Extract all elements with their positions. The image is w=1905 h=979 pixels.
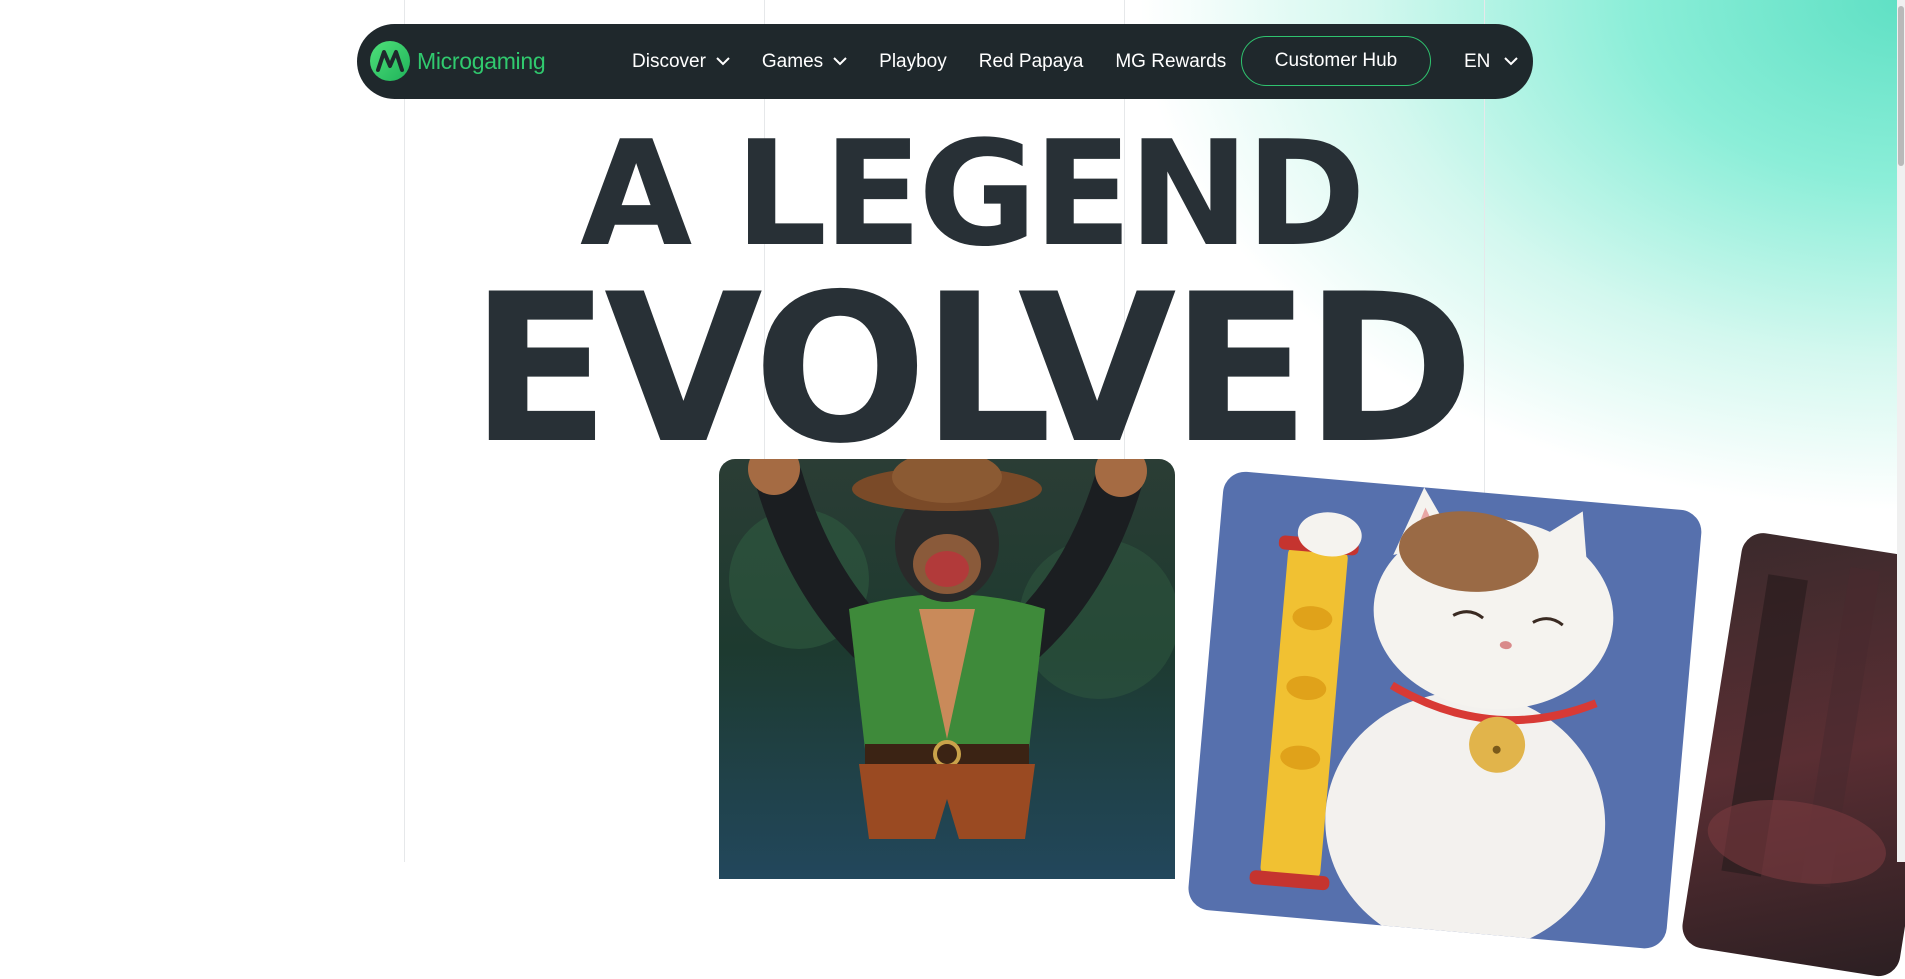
nav-item-mg-rewards[interactable]: MG Rewards: [1115, 51, 1226, 73]
nav-item-label: Games: [761, 50, 824, 72]
customer-hub-button[interactable]: Customer Hub: [1241, 36, 1431, 86]
microgaming-logo-icon: [370, 41, 410, 81]
nav-item-games[interactable]: Games: [762, 51, 847, 73]
game-card-lucky-cat[interactable]: [1186, 470, 1704, 951]
brand-name: Microgaming: [417, 47, 546, 74]
nav-item-label: MG Rewards: [1115, 50, 1227, 72]
chevron-down-icon: [716, 57, 730, 66]
lucky-cat-illustration: [1249, 487, 1614, 951]
grid-line: [404, 0, 405, 862]
ape-character-illustration: [729, 459, 1175, 839]
nav-menu: Discover Games Playboy Red Papaya MG Rew…: [632, 24, 1258, 99]
chevron-down-icon: [833, 57, 847, 66]
nav-item-label: Playboy: [879, 50, 947, 72]
page-scrollbar[interactable]: [1897, 0, 1905, 862]
nav-item-playboy[interactable]: Playboy: [879, 51, 947, 73]
nav-item-red-papaya[interactable]: Red Papaya: [979, 51, 1084, 73]
nav-item-label: Red Papaya: [978, 50, 1084, 72]
nav-item-label: Discover: [632, 50, 706, 72]
scrollbar-thumb[interactable]: [1898, 6, 1904, 166]
hero-headline-line2: EVOLVED: [470, 251, 1475, 489]
hero-headline-line1: A LEGEND: [580, 110, 1366, 279]
nav-item-discover[interactable]: Discover: [632, 51, 730, 73]
language-label: EN: [1464, 50, 1491, 72]
chevron-down-icon: [1504, 57, 1519, 66]
top-navigation: Microgaming Discover Games Playboy Red P…: [357, 24, 1533, 99]
language-selector[interactable]: EN: [1464, 24, 1519, 99]
brand-logo[interactable]: Microgaming: [369, 40, 546, 82]
game-card-ape[interactable]: [719, 459, 1175, 879]
